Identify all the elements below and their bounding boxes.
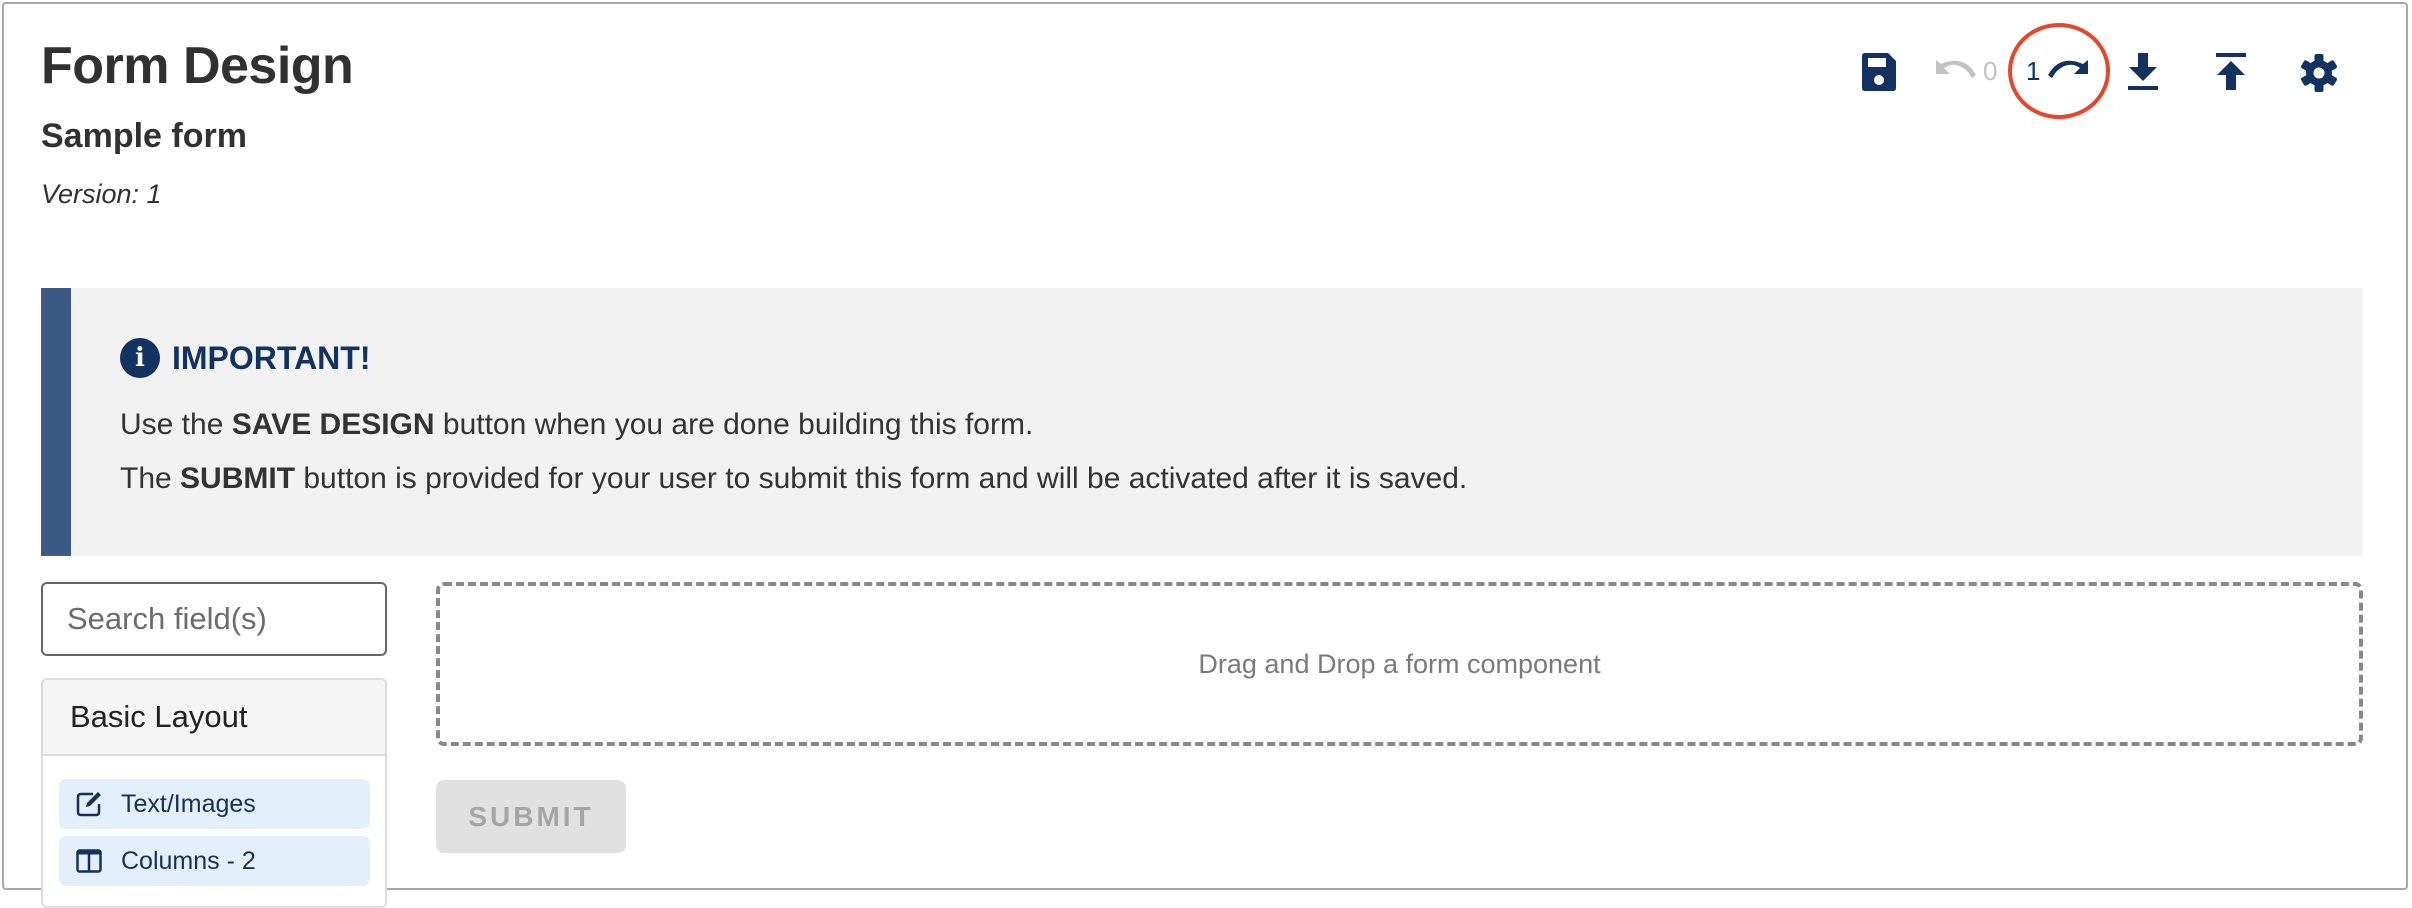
banner-text: button is provided for your user to subm… (295, 462, 1468, 495)
redo-count: 1 (2026, 56, 2041, 86)
undo-button[interactable] (1934, 58, 1978, 86)
redo-button[interactable] (2046, 58, 2090, 86)
banner-bold-text: SUBMIT (180, 462, 296, 495)
important-banner: i IMPORTANT! Use the SAVE DESIGN button … (41, 288, 2363, 556)
banner-text: The (120, 462, 181, 495)
info-circle-icon: i (120, 338, 160, 378)
columns-icon (75, 847, 103, 875)
search-fields-input[interactable] (41, 582, 387, 656)
dropzone-hint: Drag and Drop a form component (1198, 648, 1601, 679)
component-label: Columns - 2 (121, 846, 256, 875)
form-dropzone[interactable]: Drag and Drop a form component (436, 582, 2363, 746)
save-design-button[interactable] (1862, 52, 1896, 92)
page-title: Form Design (41, 37, 354, 95)
component-text-images[interactable]: Text/Images (59, 779, 370, 829)
banner-bold-text: SAVE DESIGN (231, 408, 435, 441)
upload-button[interactable] (2216, 52, 2246, 92)
basic-layout-header[interactable]: Basic Layout (43, 680, 385, 756)
banner-line-save: Use the SAVE DESIGN button when you are … (120, 408, 1033, 442)
download-button[interactable] (2128, 52, 2158, 92)
undo-icon (1936, 60, 1976, 78)
component-label: Text/Images (121, 789, 256, 818)
banner-accent-bar (41, 288, 71, 556)
banner-line-submit: The SUBMIT button is provided for your u… (120, 462, 1467, 496)
undo-count: 0 (1983, 56, 1998, 86)
form-version: Version: 1 (41, 179, 162, 209)
redo-icon (2048, 60, 2088, 78)
upload-icon (2216, 53, 2246, 90)
submit-button[interactable]: SUBMIT (436, 780, 626, 853)
banner-title: IMPORTANT! (172, 339, 371, 376)
gear-icon (2301, 54, 2337, 92)
download-icon (2128, 53, 2158, 90)
edit-icon (75, 790, 103, 818)
basic-layout-panel: Basic Layout Text/Images Columns - 2 (41, 678, 387, 908)
banner-header: i IMPORTANT! (120, 338, 370, 378)
floppy-disk-icon (1862, 53, 1896, 91)
banner-text: button when you are done building this f… (434, 408, 1034, 441)
component-columns-2[interactable]: Columns - 2 (59, 836, 370, 886)
banner-text: Use the (120, 408, 232, 441)
settings-button[interactable] (2298, 52, 2340, 94)
form-name: Sample form (41, 117, 247, 155)
